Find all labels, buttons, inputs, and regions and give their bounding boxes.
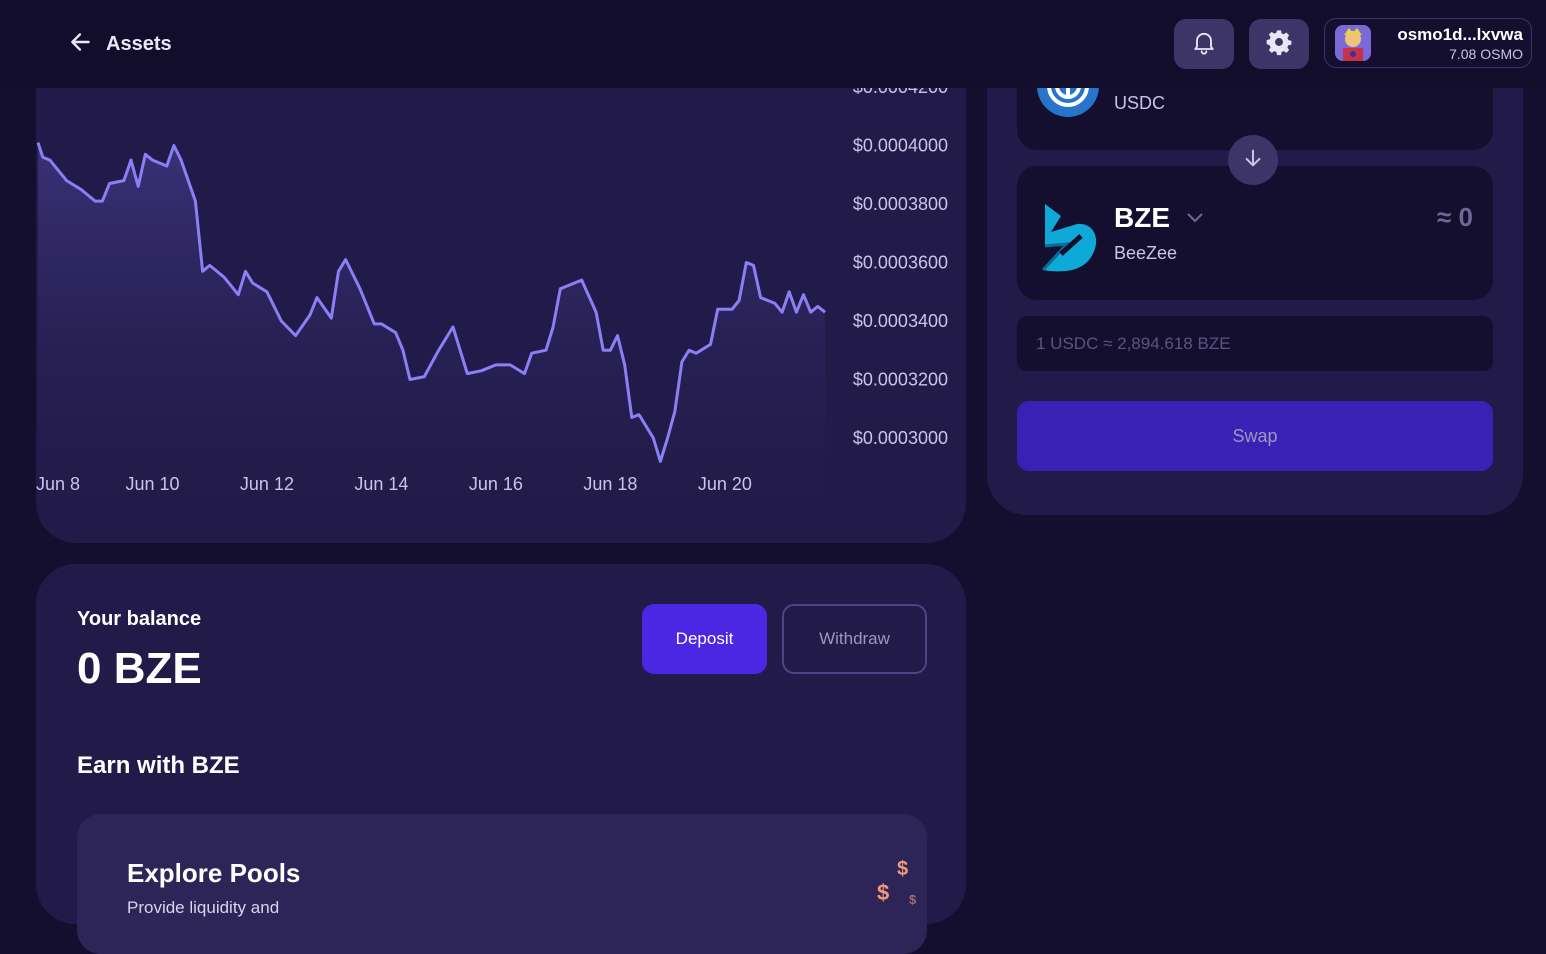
dollar-sign: $ bbox=[877, 880, 890, 905]
y-tick-label: $0.0003800 bbox=[853, 194, 948, 214]
to-token-amount: ≈ 0 bbox=[1437, 202, 1473, 232]
y-tick-label: $0.0003600 bbox=[853, 253, 948, 273]
wallet-button[interactable]: osmo1d...lxvwa 7.08 OSMO bbox=[1324, 18, 1532, 68]
wallet-name: osmo1d...lxvwa bbox=[1397, 25, 1523, 44]
x-tick-label: Jun 8 bbox=[36, 474, 80, 494]
x-tick-label: Jun 18 bbox=[583, 474, 637, 494]
bell-icon bbox=[1190, 28, 1218, 61]
back-label: Assets bbox=[106, 32, 172, 55]
chevron-down-icon[interactable] bbox=[1185, 210, 1205, 231]
x-tick-label: Jun 16 bbox=[469, 474, 523, 494]
dollar-sign: $ bbox=[909, 892, 917, 907]
arrow-down-icon bbox=[1242, 147, 1264, 174]
x-tick-label: Jun 14 bbox=[354, 474, 408, 494]
explore-pools-card[interactable]: Explore Pools Provide liquidity and $ $ … bbox=[77, 814, 927, 954]
notifications-button[interactable] bbox=[1174, 19, 1234, 69]
wallet-balance: 7.08 OSMO bbox=[1449, 46, 1523, 62]
gear-icon bbox=[1265, 28, 1293, 61]
from-token-name: USDC bbox=[1114, 93, 1166, 113]
y-tick-label: $0.0004000 bbox=[853, 136, 948, 156]
balance-label: Your balance bbox=[77, 608, 202, 630]
balance-card: Your balance 0 BZE Deposit Withdraw Earn… bbox=[36, 564, 966, 954]
bze-icon bbox=[1037, 202, 1099, 277]
to-token-panel[interactable]: BZE BeeZee ≈ 0 bbox=[1017, 166, 1493, 300]
x-tick-label: Jun 12 bbox=[240, 474, 294, 494]
x-tick-label: Jun 20 bbox=[698, 474, 752, 494]
avatar bbox=[1335, 25, 1371, 61]
to-token-name: BeeZee bbox=[1114, 243, 1178, 263]
pools-subtitle: Provide liquidity and bbox=[127, 898, 280, 917]
withdraw-button[interactable]: Withdraw bbox=[782, 604, 927, 674]
exchange-rate: 1 USDC ≈ 2,894.618 BZE bbox=[1017, 316, 1493, 371]
arrow-left-icon bbox=[68, 29, 94, 60]
swap-direction-button[interactable] bbox=[1228, 135, 1278, 185]
top-bar: Assets osmo1d...lxvwa 7.08 OSMO bbox=[0, 0, 1546, 88]
y-tick-label: $0.0003200 bbox=[853, 370, 948, 390]
swap-button[interactable]: Swap bbox=[1017, 401, 1493, 471]
dollar-sign: $ bbox=[897, 858, 909, 880]
settings-button[interactable] bbox=[1249, 19, 1309, 69]
earn-title: Earn with BZE bbox=[77, 752, 240, 779]
to-token-symbol: BZE bbox=[1114, 202, 1170, 233]
balance-value: 0 BZE bbox=[77, 644, 202, 693]
x-tick-label: Jun 10 bbox=[125, 474, 179, 494]
pools-title: Explore Pools bbox=[127, 858, 301, 888]
y-tick-label: $0.0003400 bbox=[853, 311, 948, 331]
deposit-button[interactable]: Deposit bbox=[642, 604, 767, 674]
y-tick-label: $0.0003000 bbox=[853, 428, 948, 448]
back-button[interactable]: Assets bbox=[68, 28, 172, 60]
